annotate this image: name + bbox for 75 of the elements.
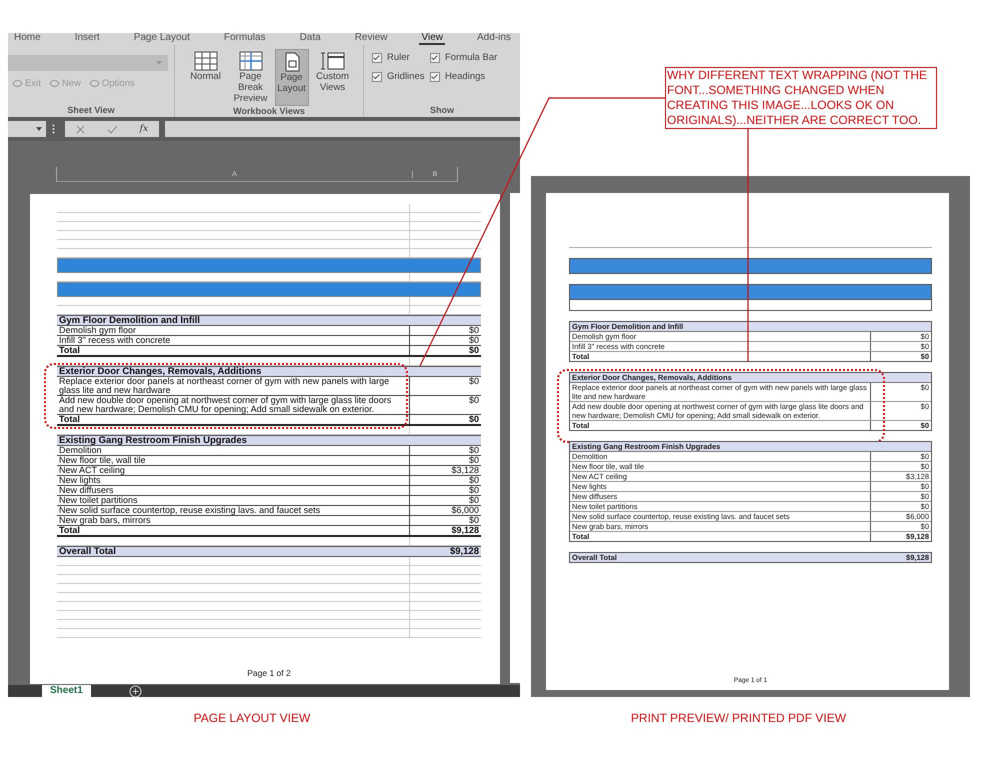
check-icon[interactable]: [106, 124, 118, 134]
overall-total-label: Overall Total: [59, 547, 116, 556]
ribbon-tab[interactable]: Data: [298, 33, 323, 45]
view-icon: [194, 51, 218, 71]
total-label: Total: [57, 415, 410, 424]
show-checkbox[interactable]: Ruler: [372, 52, 430, 63]
section-header: Existing Gang Restroom Finish Upgrades: [57, 435, 481, 446]
item-cell: New solid surface countertop, reuse existing lavs. and faucet sets: [57, 506, 410, 515]
total-amount: $0: [468, 346, 480, 355]
amount-cell-text: $0: [468, 456, 480, 465]
item-cell: New floor tile, wall tile: [57, 456, 410, 465]
item-cell: Demolish gym floor: [57, 326, 410, 335]
add-sheet-icon[interactable]: [128, 685, 142, 697]
item-cell: Replace exterior door panels at northeast corner of gym with new panels with large glass lite and new hardware: [57, 377, 410, 395]
item-cell: Infill 3" recess with concrete: [57, 336, 410, 345]
ribbon-tab[interactable]: Add-ins: [474, 33, 513, 45]
amount-cell-text: $0: [468, 396, 480, 407]
more-icon[interactable]: [52, 124, 55, 134]
item-cell: Demolition: [57, 446, 410, 455]
checkbox[interactable]: [430, 72, 440, 82]
ribbon-tab[interactable]: Review: [352, 33, 390, 45]
amount-cell-text: $0: [468, 336, 480, 345]
show-checkbox[interactable]: Formula Bar: [430, 52, 520, 63]
total-amount: $9,128: [450, 526, 480, 535]
insert-function-button[interactable]: fx: [140, 124, 148, 134]
amount-cell-text: $0: [468, 476, 480, 485]
ribbon-tab[interactable]: Page Layout: [132, 33, 192, 45]
amount-cell-text: $0: [468, 446, 480, 455]
overall-total-amount: $9,128: [450, 547, 479, 556]
view-button[interactable]: Normal: [184, 49, 226, 106]
formula-input[interactable]: [165, 121, 520, 137]
group-label: Sheet View: [66, 105, 116, 117]
page-footer: Page 1 of 2: [247, 668, 291, 684]
section-header: Gym Floor Demolition and Infill: [57, 315, 481, 326]
ribbon-tab[interactable]: Formulas: [222, 33, 268, 45]
view-button[interactable]: Custom Views: [312, 49, 354, 106]
item-cell: New diffusers: [57, 486, 410, 495]
total-label: Total: [57, 526, 410, 535]
amount-cell-text: $0: [468, 326, 480, 335]
sheet-tab[interactable]: Sheet1: [42, 685, 91, 697]
caption: PRINT PREVIEW/ PRINTED PDF VIEW: [630, 711, 848, 725]
amount-cell-text: $3,128: [450, 466, 480, 475]
view-button[interactable]: Page Layout: [274, 49, 308, 106]
eye-icon: [88, 79, 100, 88]
item-cell: New lights: [57, 476, 410, 485]
ribbon-tab[interactable]: Insert: [72, 33, 102, 45]
group-label: Show: [429, 105, 455, 117]
item-cell: New toilet partitions: [57, 496, 410, 505]
item-cell: Add new double door opening at northwest corner of gym with large glass lite doors and new hardware; Demolish CMU for opening; Add small sidewalk on exterior.: [57, 396, 410, 414]
item-cell: New grab bars, mirrors: [57, 516, 410, 525]
view-icon: [238, 51, 262, 71]
total-amount: $0: [468, 415, 480, 424]
show-checkbox[interactable]: Headings: [430, 71, 520, 82]
eye-icon: [12, 79, 23, 88]
caption: PAGE LAYOUT VIEW: [192, 711, 312, 725]
amount-cell-text: $0: [468, 516, 480, 525]
amount-cell-text: $6,000: [450, 506, 480, 515]
section-header: Exterior Door Changes, Removals, Additions: [57, 366, 481, 377]
caret-icon: [36, 127, 42, 131]
show-checkbox[interactable]: Gridlines: [372, 71, 430, 82]
checkbox[interactable]: [430, 52, 440, 62]
item-cell: New ACT ceiling: [57, 466, 410, 475]
amount-cell-text: $0: [468, 496, 480, 505]
caret-icon: [156, 61, 162, 65]
view-button[interactable]: Page Break Preview: [230, 49, 272, 106]
eye-icon: [48, 79, 60, 88]
total-label: Total: [57, 346, 410, 355]
amount-cell-text: $0: [468, 377, 480, 388]
ribbon-tab[interactable]: Home: [12, 33, 43, 45]
view-icon: [320, 51, 344, 71]
annotation-box: WHY DIFFERENT TEXT WRAPPING (NOT THE FONT...SOMETHING CHANGED WHEN CREATING THIS IMAGE...LOOKS OK ON ORIGINALS)...NEITHER ARE CORRECT TOO.: [665, 67, 937, 129]
group-label: Workbook Views: [233, 106, 305, 118]
checkbox[interactable]: [372, 52, 382, 62]
checkbox[interactable]: [372, 72, 382, 82]
amount-cell-text: $0: [468, 486, 480, 495]
